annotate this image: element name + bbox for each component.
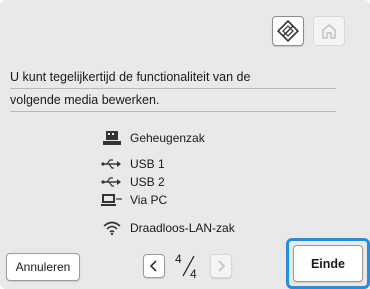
home-button[interactable] xyxy=(313,16,345,46)
info-message: U kunt tegelijkertijd de functionaliteit… xyxy=(10,66,336,112)
media-label: USB 1 xyxy=(130,157,165,171)
media-label: USB 2 xyxy=(130,175,165,189)
chevron-left-icon xyxy=(149,260,157,272)
message-line-1: U kunt tegelijkertijd de functionaliteit… xyxy=(10,66,336,89)
media-label: Via PC xyxy=(130,193,168,207)
media-item-usb2: USB 2 xyxy=(100,174,165,190)
screen: U kunt tegelijkertijd de functionaliteit… xyxy=(0,0,370,289)
media-item-memory-pocket: Geheugenzak xyxy=(100,130,205,146)
pattern-edit-icon xyxy=(277,20,299,42)
usb2-icon xyxy=(100,174,124,190)
next-page-button[interactable] xyxy=(210,254,232,278)
media-item-usb1: USB 1 xyxy=(100,156,165,172)
end-button[interactable]: Einde xyxy=(293,245,363,282)
page-total: 4 xyxy=(190,267,197,281)
pattern-edit-button[interactable] xyxy=(272,16,304,46)
media-label: Geheugenzak xyxy=(130,131,205,145)
media-label: Draadloos-LAN-zak xyxy=(130,221,235,235)
message-line-2: volgende media bewerken. xyxy=(10,89,336,112)
wlan-icon xyxy=(100,220,124,236)
prev-page-button[interactable] xyxy=(143,254,165,278)
media-item-via-pc: Via PC xyxy=(100,192,167,208)
pc-icon xyxy=(100,192,124,208)
media-item-wlan: Draadloos-LAN-zak xyxy=(100,220,235,236)
home-icon xyxy=(322,24,336,39)
memory-pocket-icon xyxy=(100,130,124,146)
cancel-button[interactable]: Annuleren xyxy=(6,253,80,281)
usb1-icon xyxy=(100,156,124,172)
page-indicator: 4 4 xyxy=(171,252,205,281)
chevron-right-icon xyxy=(218,260,226,272)
